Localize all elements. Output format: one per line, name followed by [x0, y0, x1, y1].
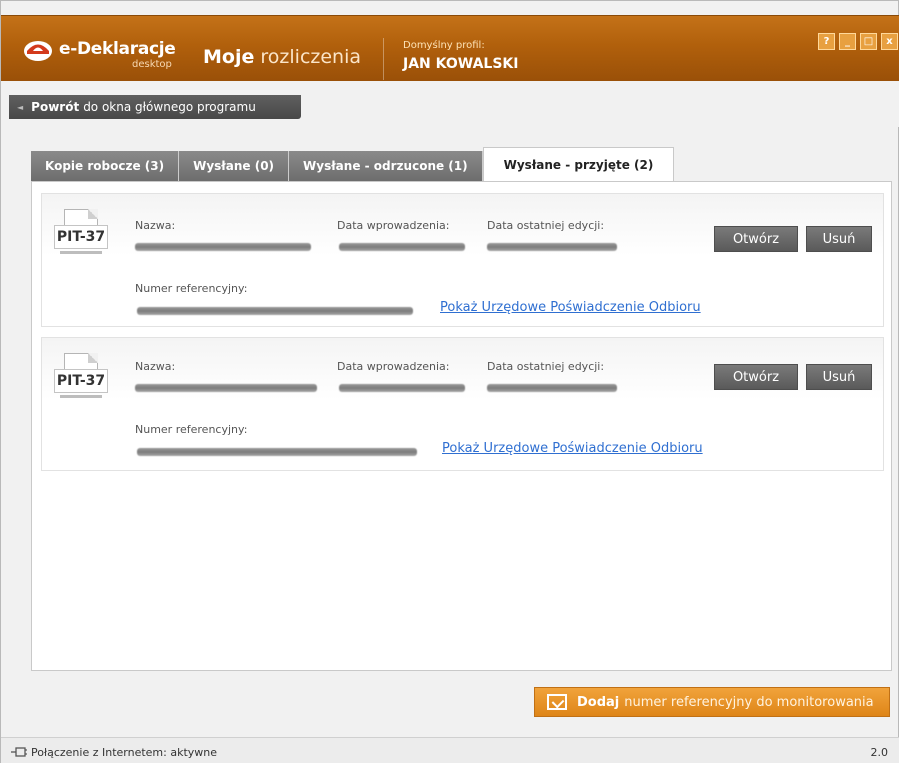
entry-date-redacted — [339, 384, 465, 392]
app-window: e-Deklaracje desktop Moje rozliczenia Do… — [0, 0, 899, 763]
reference-label: Numer referencyjny: — [135, 282, 248, 295]
status-bar: Połączenie z Internetem: aktywne 2.0 — [1, 737, 899, 763]
delete-button[interactable]: Usuń — [806, 364, 872, 390]
name-label: Nazwa: — [135, 219, 176, 232]
logo-title: e-Deklaracje — [59, 39, 176, 59]
profile-label: Domyślny profil: — [403, 40, 485, 51]
plug-icon — [11, 747, 27, 757]
name-label: Nazwa: — [135, 360, 176, 373]
back-arrow-icon: ◄ — [17, 102, 24, 112]
add-monitor-icon — [547, 694, 567, 710]
last-edit-redacted — [487, 243, 617, 251]
reference-label: Numer referencyjny: — [135, 423, 248, 436]
entry-date-label: Data wprowadzenia: — [337, 219, 450, 232]
show-upo-link[interactable]: Pokaż Urzędowe Poświadczenie Odbioru — [440, 300, 701, 315]
add-label-bold: Dodaj — [577, 694, 620, 710]
page-title-bold: Moje — [203, 46, 255, 68]
add-label-rest: numer referencyjny do monitorowania — [624, 694, 874, 710]
tab-sent[interactable]: Wysłane (0) — [179, 151, 290, 181]
logo-subtitle: desktop — [132, 59, 172, 70]
open-button[interactable]: Otwórz — [714, 364, 798, 390]
form-type: PIT-37 — [54, 225, 108, 249]
declarations-panel: PIT-37 Nazwa: Data wprowadzenia: Data os… — [31, 181, 892, 671]
declaration-item: PIT-37 Nazwa: Data wprowadzenia: Data os… — [41, 193, 884, 327]
header-divider — [383, 38, 384, 80]
help-button[interactable]: ? — [818, 33, 835, 50]
tab-sent-accepted[interactable]: Wysłane - przyjęte (2) — [482, 147, 675, 181]
maximize-button[interactable]: □ — [860, 33, 877, 50]
window-controls: ? _ □ x — [818, 33, 898, 50]
back-bar: ◄ Powrót do okna głównego programu — [1, 81, 899, 127]
app-version: 2.0 — [870, 746, 889, 759]
name-value-redacted — [135, 384, 317, 392]
document-icon: PIT-37 — [54, 209, 110, 254]
minimize-button[interactable]: _ — [839, 33, 856, 50]
app-logo: e-Deklaracje desktop — [19, 36, 179, 76]
add-reference-number-button[interactable]: Dodaj numer referencyjny do monitorowani… — [534, 687, 890, 717]
delete-button[interactable]: Usuń — [806, 226, 872, 252]
page-title-rest: rozliczenia — [254, 46, 362, 68]
entry-date-label: Data wprowadzenia: — [337, 360, 450, 373]
e-deklaracje-logo-icon — [24, 41, 52, 61]
app-header: e-Deklaracje desktop Moje rozliczenia Do… — [1, 15, 899, 81]
last-edit-label: Data ostatniej edycji: — [487, 360, 605, 373]
last-edit-redacted — [487, 384, 617, 392]
tab-sent-rejected[interactable]: Wysłane - odrzucone (1) — [289, 151, 483, 181]
entry-date-redacted — [339, 243, 465, 251]
reference-number-redacted — [137, 307, 413, 315]
close-button[interactable]: x — [881, 33, 898, 50]
last-edit-label: Data ostatniej edycji: — [487, 219, 605, 232]
profile-name: JAN KOWALSKI — [403, 56, 519, 72]
open-button[interactable]: Otwórz — [714, 226, 798, 252]
back-label-rest: do okna głównego programu — [83, 100, 256, 114]
tab-bar: Kopie robocze (3) Wysłane (0) Wysłane - … — [31, 147, 675, 181]
tab-drafts[interactable]: Kopie robocze (3) — [31, 151, 180, 181]
back-label-bold: Powrót — [31, 100, 80, 114]
declaration-item: PIT-37 Nazwa: Data wprowadzenia: Data os… — [41, 337, 884, 471]
reference-number-redacted — [137, 448, 417, 456]
form-type: PIT-37 — [54, 369, 108, 393]
page-title: Moje rozliczenia — [203, 46, 361, 68]
name-value-redacted — [135, 243, 311, 251]
connection-status: Połączenie z Internetem: aktywne — [31, 746, 218, 759]
document-icon: PIT-37 — [54, 353, 110, 398]
back-to-main-button[interactable]: ◄ Powrót do okna głównego programu — [9, 95, 301, 119]
show-upo-link[interactable]: Pokaż Urzędowe Poświadczenie Odbioru — [442, 441, 703, 456]
